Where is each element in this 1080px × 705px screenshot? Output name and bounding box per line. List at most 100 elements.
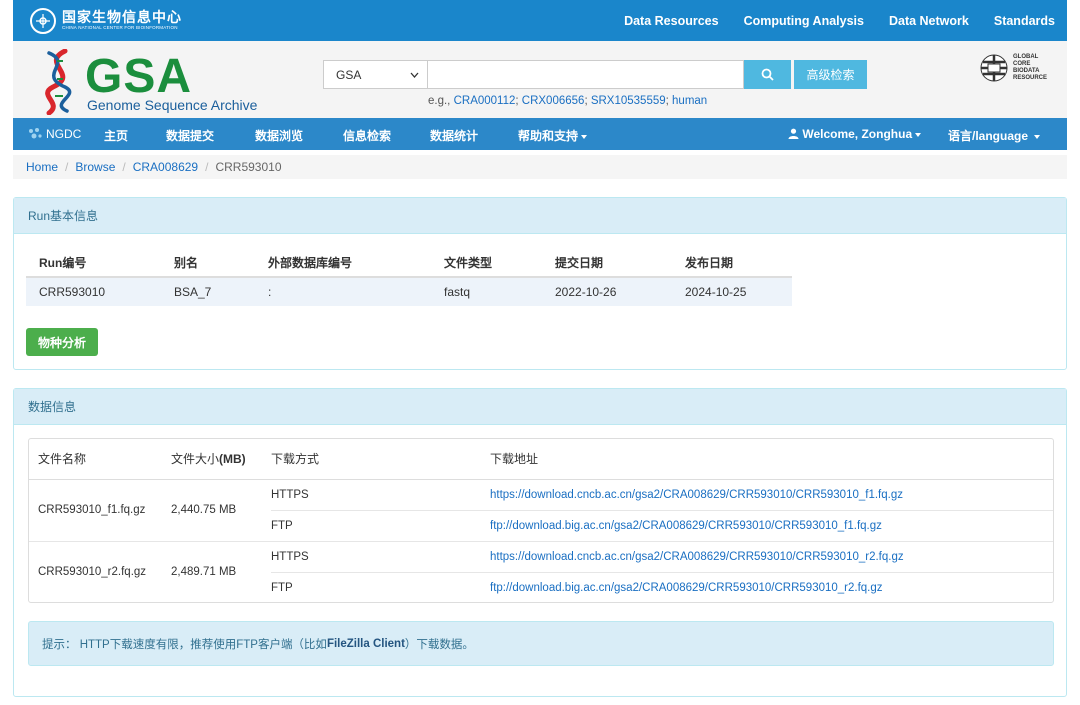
language-menu[interactable]: 语言/language bbox=[948, 127, 1041, 144]
data-info-panel: 数据信息 文件名称 文件大小(MB) 下载方式 下载地址 CRR593010_f… bbox=[13, 388, 1067, 697]
main-nav: NGDC 主页 数据提交 数据浏览 信息检索 数据统计 帮助和支持 Welcom… bbox=[13, 118, 1067, 150]
data-files-table: 文件名称 文件大小(MB) 下载方式 下载地址 CRR593010_f1.fq.… bbox=[29, 439, 1053, 603]
cncb-logo-icon bbox=[30, 7, 56, 34]
example-link-cra[interactable]: CRA000112 bbox=[454, 95, 516, 107]
example-link-crx[interactable]: CRX006656 bbox=[522, 95, 585, 107]
cell-url: ftp://download.big.ac.cn/gsa2/CRA008629/… bbox=[490, 509, 1053, 541]
col-download-url: 下载地址 bbox=[490, 439, 1053, 480]
nav-data-browse[interactable]: 数据浏览 bbox=[255, 127, 303, 144]
gsa-header: GSA Genome Sequence Archive GSA 高级检索 e.g… bbox=[13, 41, 1067, 118]
cell-file-type: fastq bbox=[431, 277, 542, 306]
search-bar: GSA 高级检索 bbox=[323, 60, 867, 89]
gsa-logo[interactable]: GSA Genome Sequence Archive bbox=[35, 49, 265, 115]
col-file-size: 文件大小(MB) bbox=[171, 439, 271, 480]
nav-data-statistics[interactable]: 数据统计 bbox=[430, 127, 478, 144]
top-nav-data-network[interactable]: Data Network bbox=[889, 14, 969, 28]
download-link[interactable]: https://download.cncb.ac.cn/gsa2/CRA0086… bbox=[490, 489, 903, 501]
tip-prefix: 提示： HTTP下载速度有限，推荐使用FTP客户端（比如 bbox=[42, 638, 327, 651]
gsa-logo-text: GSA bbox=[85, 50, 193, 103]
top-nav-data-resources[interactable]: Data Resources bbox=[624, 14, 719, 28]
gsa-logo-subtitle: Genome Sequence Archive bbox=[87, 97, 258, 113]
top-nav-computing-analysis[interactable]: Computing Analysis bbox=[744, 14, 864, 28]
cell-method: FTP bbox=[271, 571, 490, 603]
caret-down-icon bbox=[915, 132, 922, 137]
filezilla-link[interactable]: FileZilla Client bbox=[327, 638, 405, 650]
cell-release-date: 2024-10-25 bbox=[672, 277, 792, 306]
cell-url: https://download.cncb.ac.cn/gsa2/CRA0086… bbox=[490, 540, 1053, 572]
cell-method: HTTPS bbox=[271, 540, 490, 572]
advanced-search-button[interactable]: 高级检索 bbox=[794, 60, 867, 89]
caret-down-icon bbox=[1034, 134, 1041, 139]
user-icon bbox=[788, 128, 799, 139]
cell-file-size: 2,489.71 MB bbox=[171, 540, 271, 603]
breadcrumb-home[interactable]: Home bbox=[26, 160, 58, 174]
breadcrumb-project[interactable]: CRA008629 bbox=[133, 160, 198, 174]
cell-submit-date: 2022-10-26 bbox=[542, 277, 672, 306]
language-label: 语言/language bbox=[948, 129, 1029, 143]
welcome-label: Welcome, Zonghua bbox=[802, 127, 913, 141]
dna-helix-icon bbox=[45, 49, 72, 115]
cell-file-name: CRR593010_f1.fq.gz bbox=[29, 478, 171, 541]
table-header-row: 文件名称 文件大小(MB) 下载方式 下载地址 bbox=[29, 439, 1053, 480]
run-info-panel: Run基本信息 Run编号 别名 外部数据库编号 文件类型 提交日期 发布日期 … bbox=[13, 197, 1067, 370]
nav-data-submission[interactable]: 数据提交 bbox=[166, 127, 214, 144]
search-button[interactable] bbox=[744, 60, 791, 89]
col-external-id: 外部数据库编号 bbox=[255, 249, 431, 278]
download-link[interactable]: ftp://download.big.ac.cn/gsa2/CRA008629/… bbox=[490, 582, 883, 594]
nav-home[interactable]: 主页 bbox=[104, 127, 128, 144]
cncb-brand[interactable]: 国家生物信息中心 CHINA NATIONAL CENTER FOR BIOIN… bbox=[30, 7, 182, 34]
col-download-method: 下载方式 bbox=[271, 439, 490, 480]
data-info-title: 数据信息 bbox=[14, 389, 1066, 425]
cell-method: FTP bbox=[271, 509, 490, 541]
gcbr-logo[interactable]: GLOBAL CORE BIODATA RESOURCE bbox=[979, 53, 1047, 83]
breadcrumb-current: CRR593010 bbox=[215, 160, 282, 174]
download-link[interactable]: https://download.cncb.ac.cn/gsa2/CRA0086… bbox=[490, 551, 904, 563]
col-release-date: 发布日期 bbox=[672, 249, 792, 278]
globe-icon bbox=[980, 54, 1008, 82]
table-header-row: Run编号 别名 外部数据库编号 文件类型 提交日期 发布日期 bbox=[26, 249, 792, 278]
cell-file-size: 2,440.75 MB bbox=[171, 478, 271, 541]
table-row: CRR593010_f1.fq.gz 2,440.75 MB HTTPS htt… bbox=[29, 478, 1053, 541]
col-alias: 别名 bbox=[161, 249, 255, 278]
download-link[interactable]: ftp://download.big.ac.cn/gsa2/CRA008629/… bbox=[490, 520, 882, 532]
nav-help-label: 帮助和支持 bbox=[518, 129, 579, 143]
gcbr-text: GLOBAL CORE BIODATA RESOURCE bbox=[1012, 54, 1047, 81]
top-nav: Data Resources Computing Analysis Data N… bbox=[599, 14, 1067, 28]
col-file-name: 文件名称 bbox=[29, 439, 171, 480]
example-link-srx[interactable]: SRX10535559 bbox=[591, 95, 666, 107]
ftp-tip-alert: 提示： HTTP下载速度有限，推荐使用FTP客户端（比如 FileZilla C… bbox=[28, 621, 1054, 666]
top-nav-standards[interactable]: Standards bbox=[994, 14, 1055, 28]
database-select-value: GSA bbox=[336, 67, 362, 82]
breadcrumb: Home / Browse / CRA008629 / CRR593010 bbox=[13, 155, 1067, 179]
nav-info-search[interactable]: 信息检索 bbox=[343, 127, 391, 144]
search-examples: e.g., CRA000112; CRX006656; SRX10535559;… bbox=[428, 95, 708, 107]
top-bar: 国家生物信息中心 CHINA NATIONAL CENTER FOR BIOIN… bbox=[13, 0, 1067, 41]
species-analysis-button[interactable]: 物种分析 bbox=[26, 328, 98, 356]
cell-external-id: : bbox=[255, 277, 431, 306]
breadcrumb-browse[interactable]: Browse bbox=[75, 160, 115, 174]
ngdc-label: NGDC bbox=[46, 127, 82, 141]
cell-run-id: CRR593010 bbox=[26, 277, 161, 306]
org-name-en: CHINA NATIONAL CENTER FOR BIOINFORMATION bbox=[62, 25, 178, 31]
col-run-id: Run编号 bbox=[26, 249, 161, 278]
examples-prefix: e.g., bbox=[428, 95, 454, 107]
cell-url: https://download.cncb.ac.cn/gsa2/CRA0086… bbox=[490, 478, 1053, 510]
nav-help-support[interactable]: 帮助和支持 bbox=[518, 127, 588, 144]
table-row: CRR593010 BSA_7 : fastq 2022-10-26 2024-… bbox=[26, 277, 792, 306]
cell-url: ftp://download.big.ac.cn/gsa2/CRA008629/… bbox=[490, 571, 1053, 603]
chevron-down-icon bbox=[410, 72, 419, 78]
tip-suffix: ）下载数据。 bbox=[404, 638, 474, 651]
col-submit-date: 提交日期 bbox=[542, 249, 672, 278]
ngdc-link[interactable]: NGDC bbox=[27, 127, 81, 141]
search-input[interactable] bbox=[428, 60, 744, 89]
user-menu[interactable]: Welcome, Zonghua bbox=[788, 127, 922, 141]
database-select[interactable]: GSA bbox=[323, 60, 428, 89]
example-link-human[interactable]: human bbox=[672, 95, 707, 107]
table-row: CRR593010_r2.fq.gz 2,489.71 MB HTTPS htt… bbox=[29, 540, 1053, 603]
cell-file-name: CRR593010_r2.fq.gz bbox=[29, 540, 171, 603]
caret-down-icon bbox=[581, 134, 588, 139]
search-icon bbox=[761, 68, 774, 81]
run-info-title: Run基本信息 bbox=[14, 198, 1066, 234]
cell-method: HTTPS bbox=[271, 478, 490, 510]
data-table-wrapper: 文件名称 文件大小(MB) 下载方式 下载地址 CRR593010_f1.fq.… bbox=[28, 438, 1054, 603]
